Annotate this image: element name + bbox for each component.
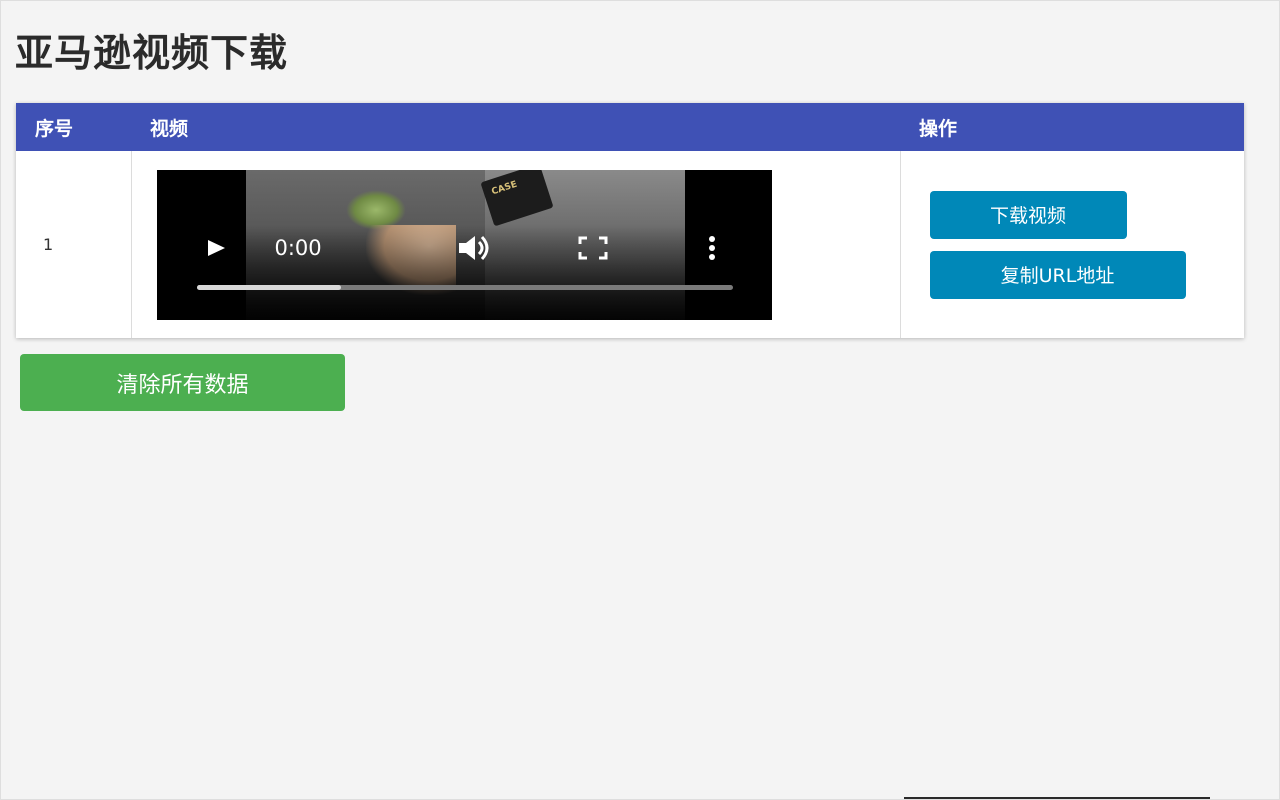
table-header: 序号 视频 操作 xyxy=(16,103,1244,151)
column-header-index: 序号 xyxy=(16,103,131,151)
video-frame-box-label: CASE xyxy=(489,179,519,197)
current-time: 0:00 xyxy=(274,235,322,260)
video-table: 序号 视频 操作 1 CASE 0:00 下载视频 复制URL地址 xyxy=(16,103,1244,338)
play-button[interactable] xyxy=(205,237,227,264)
copy-url-button[interactable]: 复制URL地址 xyxy=(929,250,1186,299)
fullscreen-icon xyxy=(578,236,607,259)
volume-button[interactable] xyxy=(457,234,497,262)
row-actions-cell: 下载视频 复制URL地址 xyxy=(900,151,1244,338)
page: 亚马逊视频下载 序号 视频 操作 1 CASE 0:00 下载视频 复制URL地… xyxy=(0,0,1280,800)
page-title: 亚马逊视频下载 xyxy=(15,31,289,75)
table-row: 1 CASE 0:00 下载视频 复制URL地址 xyxy=(16,151,1244,338)
row-index: 1 xyxy=(16,151,132,338)
bottom-edge xyxy=(1,796,1280,799)
row-actions: 下载视频 复制URL地址 xyxy=(901,190,1245,299)
progress-bar-fill xyxy=(196,284,342,290)
progress-bar[interactable] xyxy=(196,284,733,290)
bottom-edge-bar xyxy=(904,797,1210,799)
volume-icon xyxy=(458,235,488,260)
download-video-button[interactable]: 下载视频 xyxy=(929,190,1127,239)
more-vertical-icon xyxy=(708,235,715,260)
video-frame-plant xyxy=(345,189,406,230)
play-icon xyxy=(207,239,225,256)
column-header-actions: 操作 xyxy=(900,103,1244,151)
row-video-cell: CASE 0:00 xyxy=(131,151,901,338)
more-options-button[interactable] xyxy=(705,235,719,260)
clear-all-data-button[interactable]: 清除所有数据 xyxy=(20,354,345,411)
video-player[interactable]: CASE 0:00 xyxy=(156,169,772,320)
fullscreen-button[interactable] xyxy=(578,236,608,260)
column-header-video: 视频 xyxy=(131,103,900,151)
table-header-row: 序号 视频 操作 xyxy=(16,103,1244,151)
video-table-container: 序号 视频 操作 1 CASE 0:00 下载视频 复制URL地址 xyxy=(16,103,1244,338)
